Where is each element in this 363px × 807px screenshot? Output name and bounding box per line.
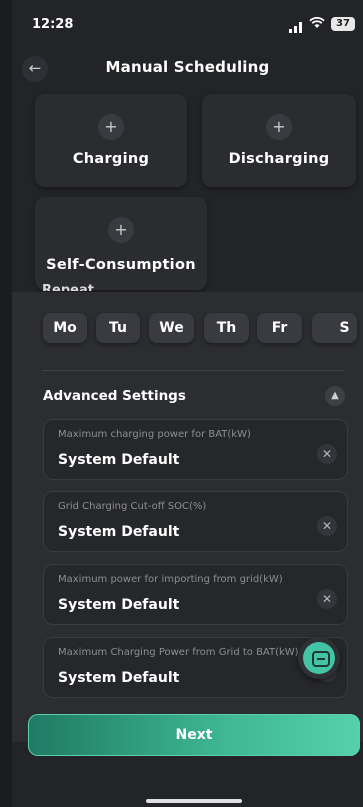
field-label: Maximum Charging Power from Grid to BAT(… — [58, 647, 299, 658]
close-icon[interactable]: ✕ — [317, 516, 337, 536]
grid-cutoff-soc-field[interactable]: Grid Charging Cut-off SOC(%) System Defa… — [43, 491, 348, 552]
divider — [42, 370, 344, 371]
field-label: Maximum power for importing from grid(kW… — [58, 574, 283, 585]
close-icon[interactable]: ✕ — [317, 444, 337, 464]
field-value: System Default — [58, 452, 180, 468]
discharging-tile[interactable]: + Discharging — [202, 94, 356, 187]
charging-tile[interactable]: + Charging — [35, 94, 187, 187]
day-button-th[interactable]: Th — [204, 313, 249, 343]
field-value: System Default — [58, 524, 180, 540]
self-consumption-tile[interactable]: + Self-Consumption — [35, 197, 207, 290]
status-time: 12:28 — [32, 17, 74, 32]
day-button-mo[interactable]: Mo — [43, 313, 87, 343]
wifi-icon — [309, 16, 325, 33]
status-bar: 12:28 37 — [12, 0, 363, 44]
home-indicator — [146, 799, 242, 803]
charging-label: Charging — [72, 151, 150, 167]
advanced-settings-title: Advanced Settings — [43, 388, 186, 404]
battery-indicator: 37 — [331, 17, 355, 31]
plus-icon: + — [266, 114, 292, 140]
chevron-up-icon[interactable]: ▲ — [325, 386, 345, 406]
max-import-power-field[interactable]: Maximum power for importing from grid(kW… — [43, 564, 348, 625]
day-button-sa[interactable]: S — [312, 313, 357, 343]
repeat-label: Repeat — [42, 283, 94, 291]
page-title: Manual Scheduling — [105, 58, 270, 76]
plus-icon: + — [108, 217, 134, 243]
assistant-button[interactable] — [298, 637, 340, 679]
signal-icon — [289, 18, 303, 37]
screen: 12:28 37 ← Manual Scheduling + Charging … — [12, 0, 363, 807]
next-button[interactable]: Next — [28, 714, 360, 756]
close-icon[interactable]: ✕ — [317, 589, 337, 609]
day-button-tu[interactable]: Tu — [96, 313, 140, 343]
field-value: System Default — [58, 670, 180, 686]
discharging-label: Discharging — [228, 151, 330, 167]
self-consumption-label: Self-Consumption — [46, 257, 196, 273]
field-label: Grid Charging Cut-off SOC(%) — [58, 501, 207, 512]
day-button-we[interactable]: We — [149, 313, 194, 343]
header: ← Manual Scheduling — [12, 52, 363, 84]
day-button-fr[interactable]: Fr — [257, 313, 302, 343]
plus-icon: + — [98, 114, 124, 140]
robot-icon — [303, 642, 335, 674]
max-charging-power-field[interactable]: Maximum charging power for BAT(kW) Syste… — [43, 419, 348, 480]
field-label: Maximum charging power for BAT(kW) — [58, 429, 251, 440]
field-value: System Default — [58, 597, 180, 613]
